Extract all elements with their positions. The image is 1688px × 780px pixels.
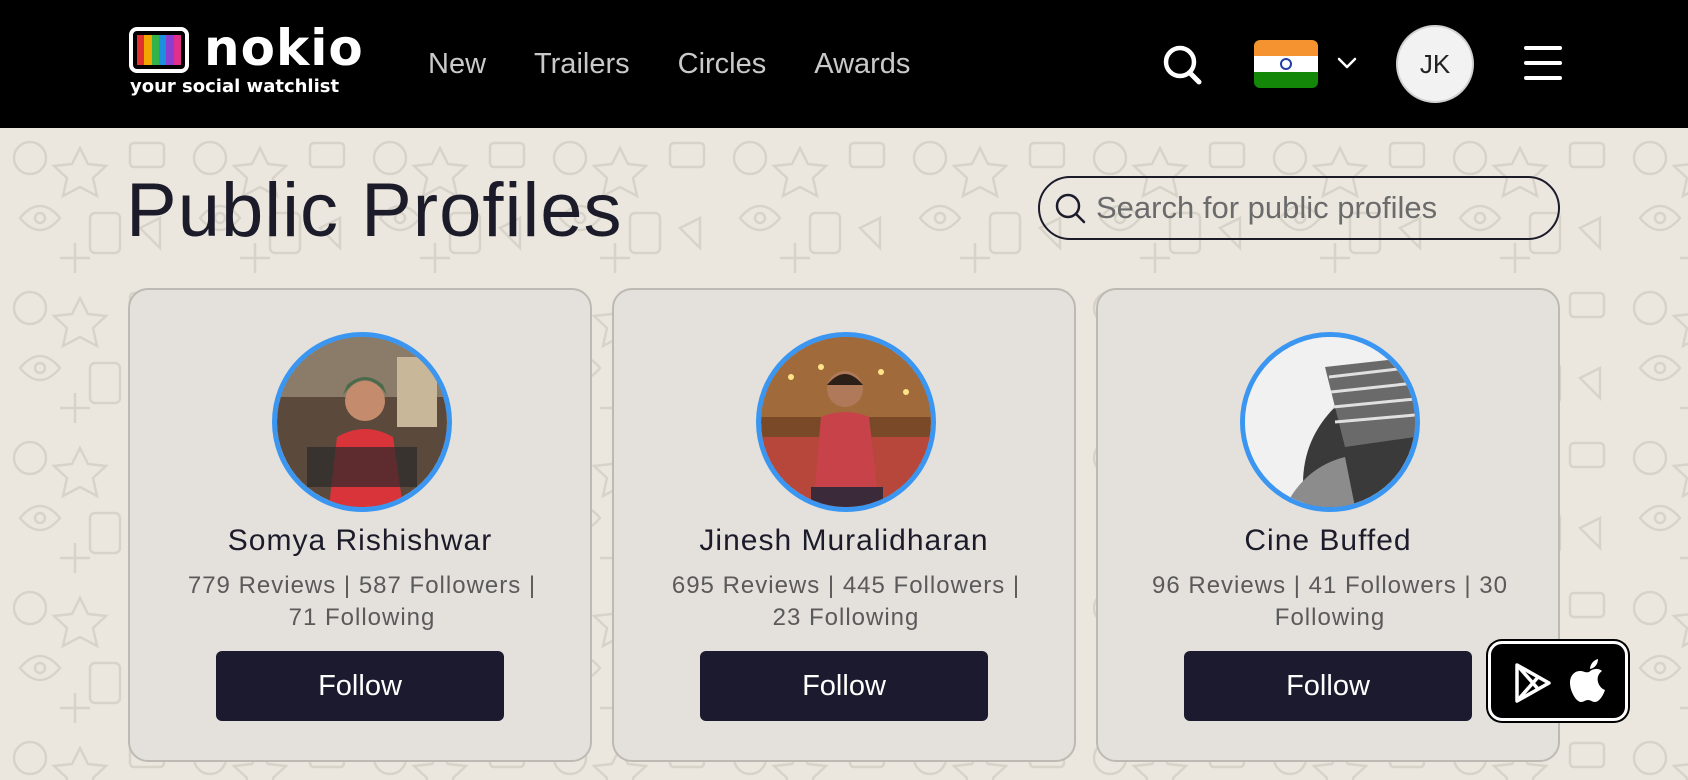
logo-wordmark: nokio: [204, 19, 364, 77]
profile-search-input[interactable]: [1096, 186, 1536, 230]
profile-photo[interactable]: [756, 332, 936, 512]
profile-stats: 96 Reviews | 41 Followers | 30 Following: [1152, 572, 1508, 631]
main-nav: New Trailers Circles Awards: [428, 44, 910, 84]
nav-trailers[interactable]: Trailers: [534, 44, 630, 84]
profile-name[interactable]: Jinesh Muralidharan: [614, 524, 1074, 558]
logo-tagline: your social watchlist: [130, 76, 340, 97]
profile-card: Somya Rishishwar 779 Reviews | 587 Follo…: [128, 288, 592, 762]
india-flag-icon[interactable]: [1254, 40, 1318, 88]
profile-stats: 779 Reviews | 587 Followers | 71 Followi…: [187, 572, 537, 631]
tv-logo-icon: [129, 27, 189, 73]
app-download-badge[interactable]: [1488, 641, 1628, 721]
follow-button[interactable]: Follow: [1184, 651, 1472, 721]
profile-card: Jinesh Muralidharan 695 Reviews | 445 Fo…: [612, 288, 1076, 762]
search-icon[interactable]: [1162, 42, 1202, 86]
hamburger-menu-icon[interactable]: [1524, 46, 1562, 80]
apple-icon[interactable]: [1569, 658, 1609, 704]
google-play-icon[interactable]: [1513, 662, 1553, 704]
chevron-down-icon[interactable]: [1336, 54, 1358, 72]
follow-button[interactable]: Follow: [700, 651, 988, 721]
top-navbar: nokio your social watchlist New Trailers…: [0, 0, 1688, 128]
profile-stats: 695 Reviews | 445 Followers | 23 Followi…: [671, 572, 1021, 631]
user-avatar[interactable]: JK: [1396, 25, 1474, 103]
avatar-initials: JK: [1419, 48, 1451, 79]
nav-awards[interactable]: Awards: [814, 44, 910, 84]
nav-new[interactable]: New: [428, 44, 486, 84]
page-title: Public Profiles: [126, 168, 623, 253]
profile-name[interactable]: Somya Rishishwar: [130, 524, 590, 558]
profile-search-box: [1038, 176, 1560, 240]
search-icon: [1055, 193, 1086, 224]
nokio-logo[interactable]: nokio your social watchlist: [126, 19, 363, 104]
follow-button[interactable]: Follow: [216, 651, 504, 721]
nav-circles[interactable]: Circles: [678, 44, 767, 84]
profile-photo[interactable]: [272, 332, 452, 512]
profile-name[interactable]: Cine Buffed: [1098, 524, 1558, 558]
profile-photo[interactable]: [1240, 332, 1420, 512]
